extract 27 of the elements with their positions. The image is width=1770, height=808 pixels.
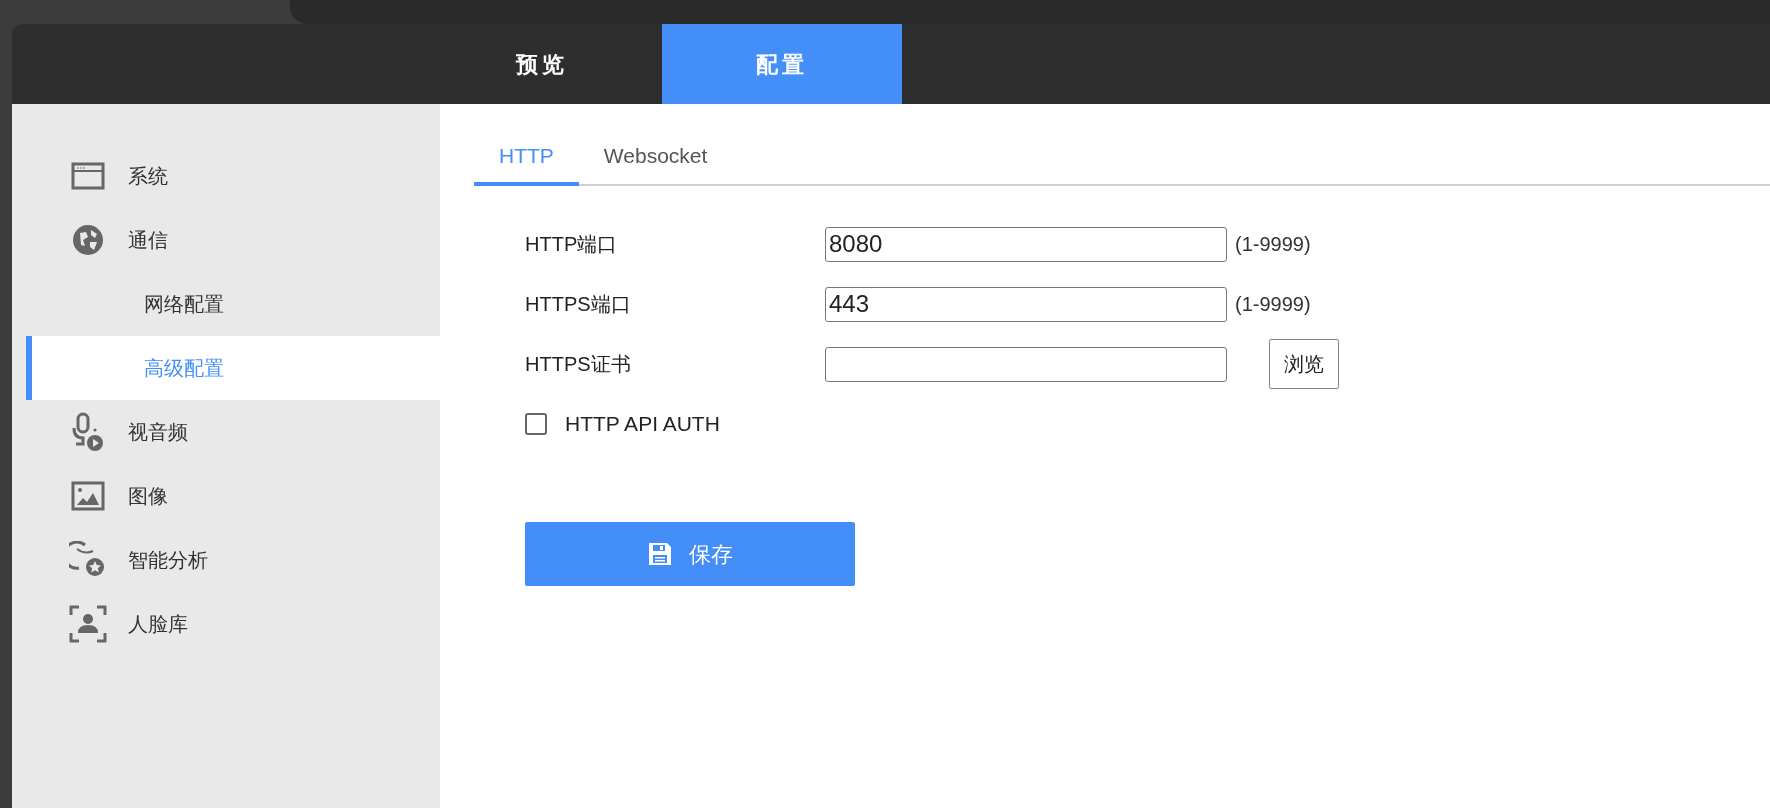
- field-label: HTTPS端口: [525, 292, 632, 317]
- sidebar-item[interactable]: 智能分析: [12, 528, 440, 592]
- checkbox[interactable]: [525, 413, 547, 435]
- nav-tab[interactable]: 预览: [422, 24, 662, 104]
- microphone-play-icon: [70, 412, 106, 452]
- sidebar-subitem[interactable]: 网络配置: [26, 272, 440, 336]
- window-icon: [71, 162, 105, 190]
- range-hint: (1-9999): [1235, 232, 1311, 257]
- image-icon: [71, 481, 105, 511]
- input-field[interactable]: [825, 346, 1227, 382]
- sidebar-item[interactable]: 人脸库: [12, 592, 440, 656]
- browse-button[interactable]: 浏览: [1269, 339, 1339, 389]
- field-label: HTTP端口: [525, 232, 619, 257]
- input-field[interactable]: 8080: [825, 226, 1227, 262]
- sidebar-item[interactable]: 视音频: [12, 400, 440, 464]
- input-field[interactable]: 443: [825, 286, 1227, 322]
- field-label: HTTPS证书: [525, 352, 632, 377]
- range-hint: (1-9999): [1235, 292, 1311, 317]
- sidebar-item[interactable]: 图像: [12, 464, 440, 528]
- globe-star-icon: [69, 541, 107, 579]
- globe-icon: [71, 223, 105, 257]
- content-tab[interactable]: Websocket: [578, 130, 733, 186]
- face-frame-icon: [69, 605, 107, 643]
- checkbox-label: HTTP API AUTH: [565, 411, 720, 438]
- sidebar-item[interactable]: 通信: [12, 208, 440, 272]
- sidebar-item[interactable]: 系统: [12, 144, 440, 208]
- save-icon: [647, 541, 673, 567]
